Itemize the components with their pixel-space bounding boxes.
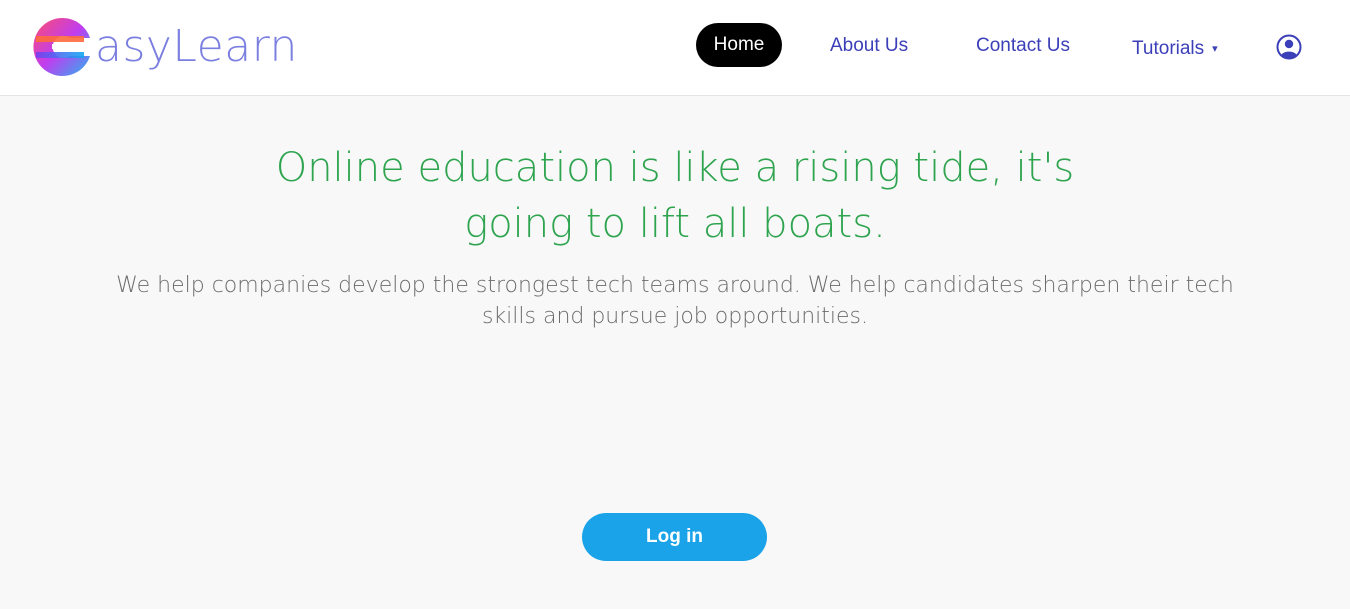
nav-tutorials-dropdown[interactable]: Tutorials ▾ bbox=[1132, 26, 1218, 71]
nav-home[interactable]: Home bbox=[696, 23, 782, 67]
easylearn-logo-icon bbox=[33, 17, 90, 76]
hero-subtext: We help companies develop the strongest … bbox=[116, 273, 1234, 329]
hero-headline: Online education is like a rising tide, … bbox=[275, 145, 1075, 247]
nav-contact-us[interactable]: Contact Us bbox=[976, 24, 1070, 68]
navbar: asyLearn Home About Us Contact Us Tutori… bbox=[0, 0, 1350, 96]
brand-name: asyLearn bbox=[95, 21, 298, 72]
caret-down-icon: ▾ bbox=[1212, 43, 1218, 55]
hero-section: Online education is like a rising tide, … bbox=[0, 96, 1350, 609]
brand-logo[interactable]: asyLearn bbox=[32, 16, 298, 78]
nav-about-us[interactable]: About Us bbox=[830, 24, 908, 68]
login-button[interactable]: Log in bbox=[582, 513, 767, 561]
user-circle-icon[interactable] bbox=[1276, 34, 1302, 60]
nav-tutorials-label: Tutorials bbox=[1132, 37, 1205, 59]
